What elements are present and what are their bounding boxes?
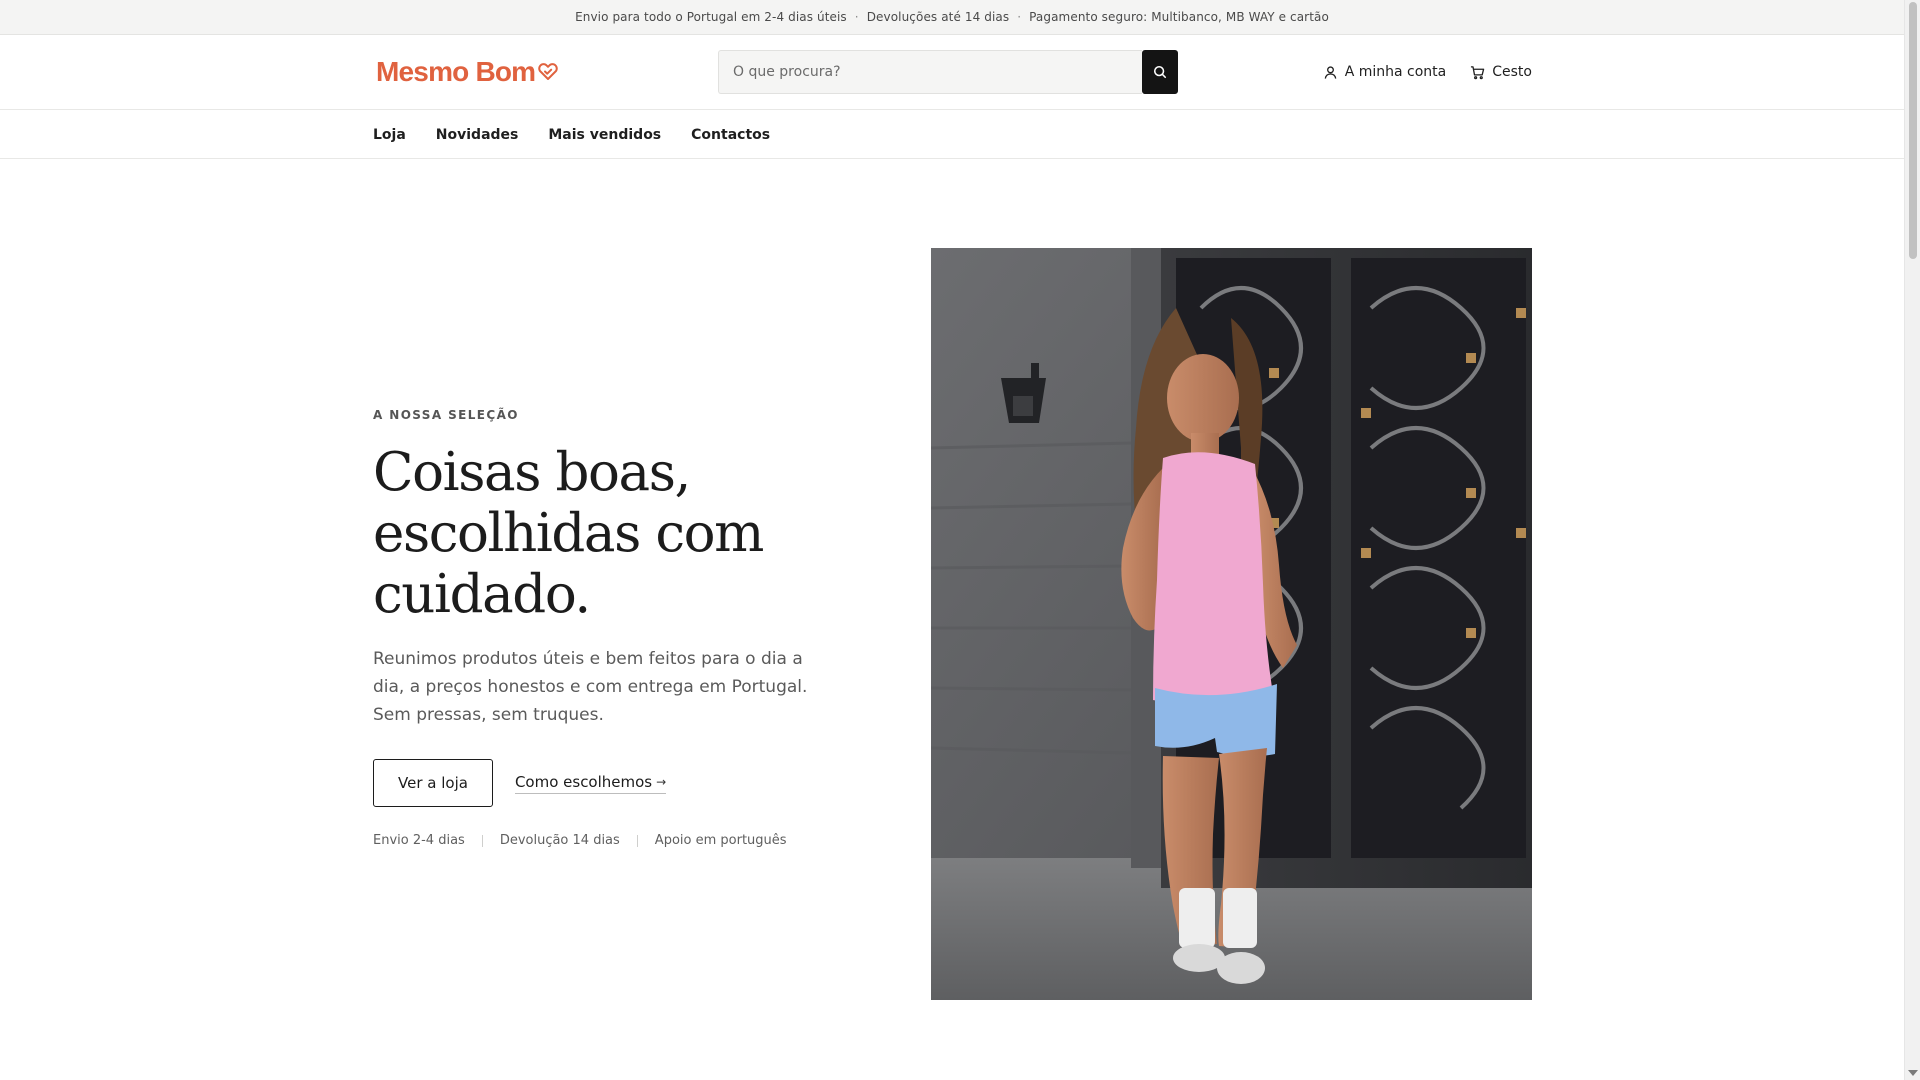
hero-headline: Coisas boas, escolhidas com cuidado. bbox=[373, 442, 764, 625]
trust-badges: Envio 2-4 dias Devolução 14 dias Apoio e… bbox=[373, 833, 813, 848]
trust-divider bbox=[636, 834, 638, 847]
hero-content: A NOSSA SELEÇÃO Coisas boas, escolhidas … bbox=[373, 400, 813, 848]
header-actions: A minha conta Cesto bbox=[1323, 61, 1532, 83]
announcement-shipping: Envio para todo o Portugal em 2-4 dias ú… bbox=[575, 10, 847, 24]
site-header: Mesmo Bom A minha conta bbox=[0, 35, 1904, 110]
heart-tag-icon bbox=[538, 63, 559, 80]
account-label: A minha conta bbox=[1344, 64, 1447, 80]
search-input[interactable] bbox=[718, 50, 1142, 94]
account-link[interactable]: A minha conta bbox=[1323, 64, 1447, 80]
shop-button[interactable]: Ver a loja bbox=[373, 759, 493, 807]
trust-returns: Devolução 14 dias bbox=[499, 833, 620, 848]
hero-description: Reunimos produtos úteis e bem feitos par… bbox=[373, 649, 808, 725]
nav-list: Loja Novidades Mais vendidos Contactos bbox=[373, 110, 770, 159]
announcement-bar: Envio para todo o Portugal em 2-4 dias ú… bbox=[0, 0, 1904, 35]
scroll-down-icon[interactable] bbox=[1908, 1070, 1918, 1076]
logo[interactable]: Mesmo Bom bbox=[376, 55, 560, 89]
nav-item-novidades[interactable]: Novidades bbox=[436, 127, 519, 143]
hero-photo-woman-doorway bbox=[931, 248, 1532, 1000]
cart-link[interactable]: Cesto bbox=[1470, 64, 1532, 80]
announcement-payment: Pagamento seguro: Multibanco, MB WAY e c… bbox=[1029, 10, 1329, 24]
trust-support: Apoio em português bbox=[654, 833, 787, 848]
cart-label: Cesto bbox=[1492, 64, 1532, 80]
how-we-choose-link[interactable]: Como escolhemos → bbox=[514, 772, 667, 794]
hero-eyebrow: A NOSSA SELEÇÃO bbox=[373, 408, 519, 422]
trust-shipping: Envio 2-4 dias bbox=[373, 833, 465, 848]
announcement-returns: Devoluções até 14 dias bbox=[866, 10, 1010, 24]
page-scrollbar[interactable] bbox=[1904, 0, 1920, 1080]
hero-image bbox=[931, 248, 1532, 1000]
logo-text: Mesmo Bom bbox=[376, 56, 536, 87]
search-bar bbox=[718, 50, 1178, 94]
scrollbar-thumb[interactable] bbox=[1909, 2, 1917, 259]
hero-cta-row: Ver a loja Como escolhemos → bbox=[373, 759, 813, 807]
nav-item-loja[interactable]: Loja bbox=[373, 127, 406, 143]
nav-item-contactos[interactable]: Contactos bbox=[691, 127, 770, 143]
nav-item-mais-vendidos[interactable]: Mais vendidos bbox=[548, 127, 661, 143]
cart-icon bbox=[1471, 65, 1485, 79]
search-icon bbox=[1153, 65, 1167, 79]
main-nav: Loja Novidades Mais vendidos Contactos bbox=[0, 110, 1904, 159]
announcement-separator: · bbox=[1017, 10, 1022, 24]
user-icon bbox=[1324, 65, 1337, 79]
search-button[interactable] bbox=[1142, 50, 1178, 94]
announcement-separator: · bbox=[854, 10, 859, 24]
trust-divider bbox=[481, 834, 483, 847]
arrow-right-icon: → bbox=[656, 774, 667, 789]
how-we-choose-label: Como escolhemos bbox=[514, 772, 653, 791]
